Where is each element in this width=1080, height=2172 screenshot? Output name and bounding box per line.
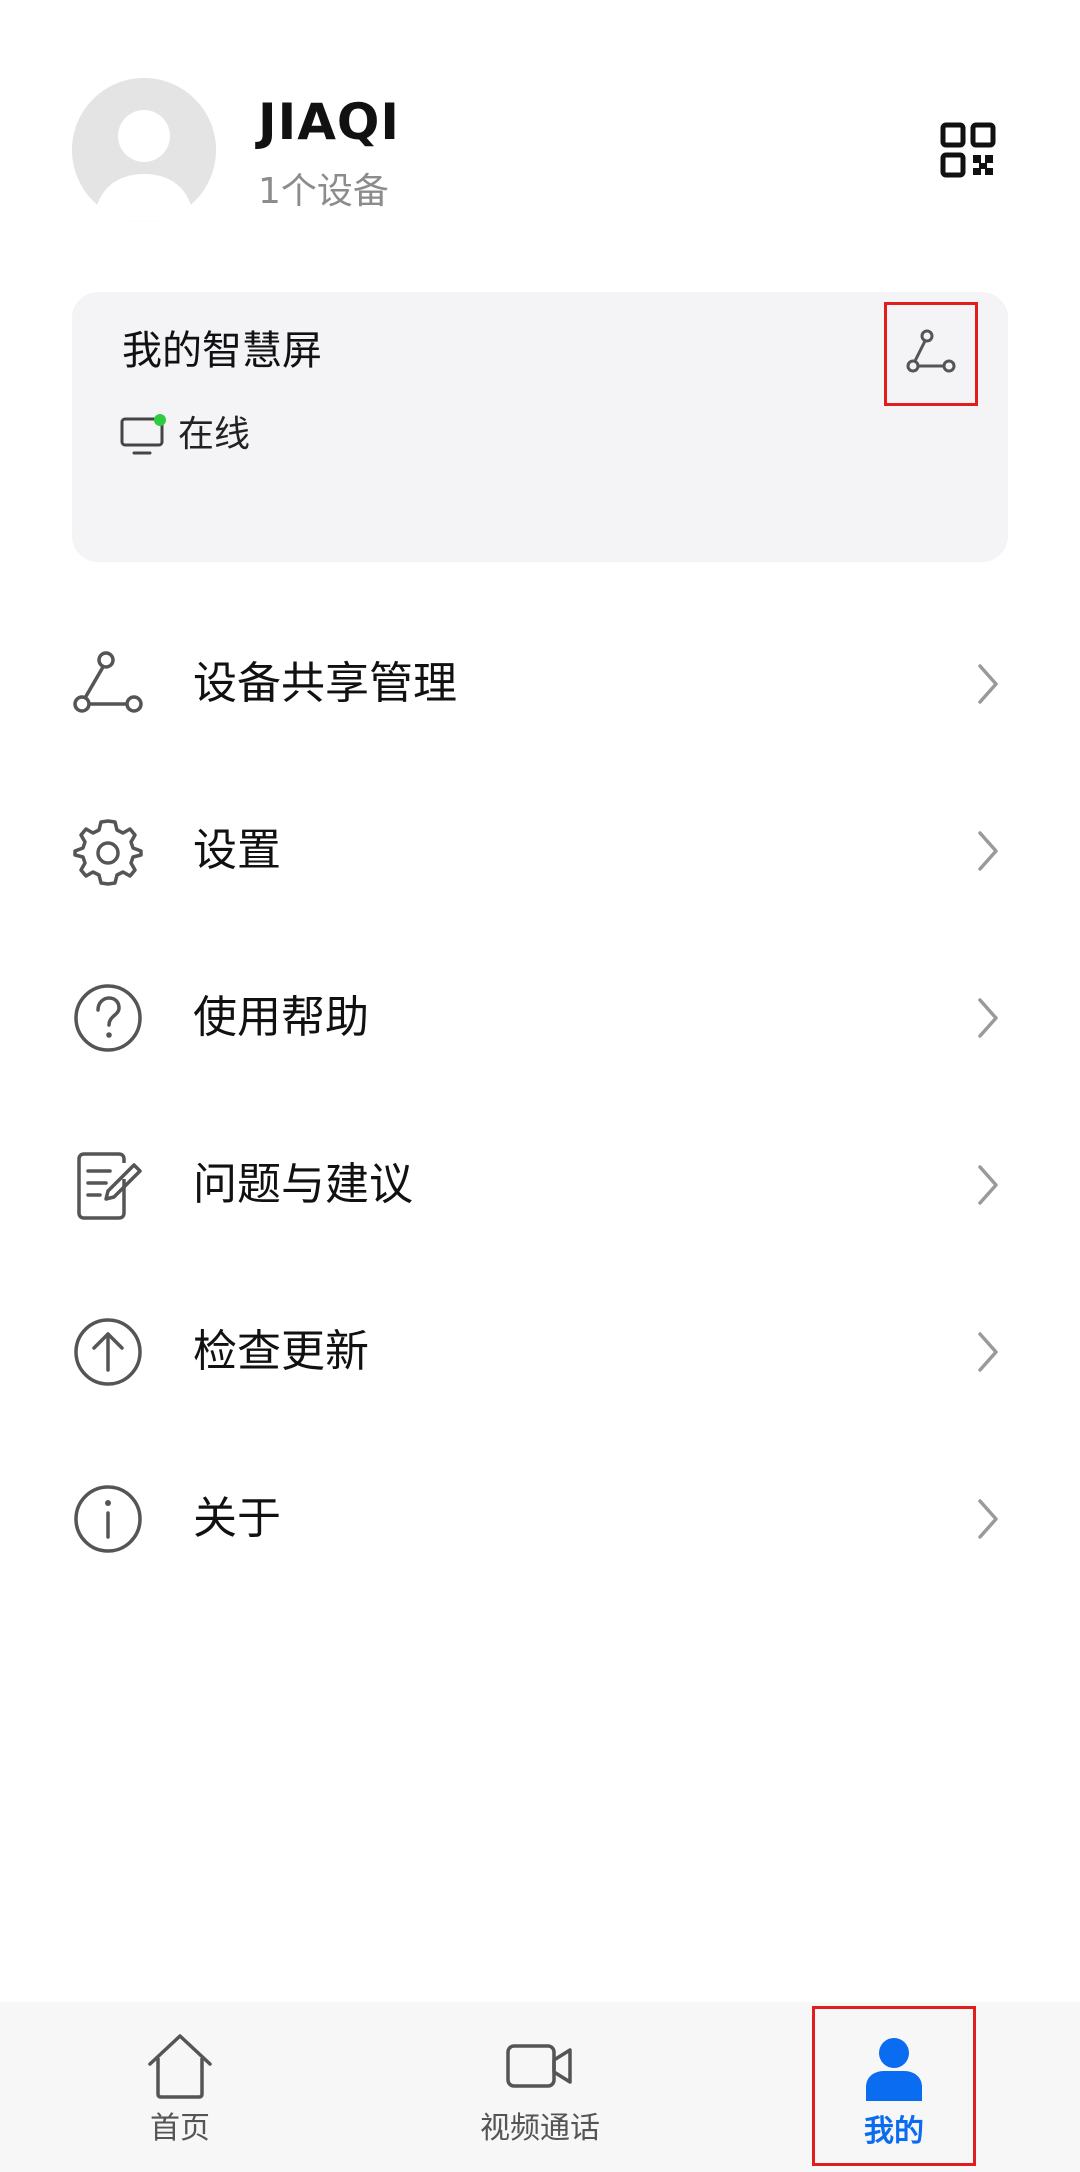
- nav-label: 视频通话: [480, 2111, 600, 2146]
- qr-code-icon: [940, 122, 996, 178]
- person-icon: [854, 2033, 934, 2105]
- menu-item-check-update[interactable]: 检查更新: [0, 1268, 1080, 1435]
- menu-label: 设置: [193, 824, 281, 876]
- video-call-icon: [500, 2030, 580, 2102]
- menu-label: 关于: [193, 1492, 281, 1544]
- online-dot: [154, 414, 166, 426]
- nav-label: 首页: [150, 2111, 210, 2146]
- nav-tab-mine[interactable]: 我的: [812, 2006, 976, 2166]
- feedback-icon: [70, 1147, 146, 1223]
- qr-code-button[interactable]: [936, 118, 1000, 182]
- gear-icon: [70, 813, 146, 889]
- tv-icon: [120, 413, 168, 457]
- share-device-button[interactable]: [884, 302, 978, 406]
- chevron-right-icon: [970, 656, 1006, 712]
- chevron-right-icon: [970, 823, 1006, 879]
- update-icon: [70, 1314, 146, 1390]
- menu-label: 设备共享管理: [193, 657, 457, 709]
- home-icon: [140, 2030, 220, 2102]
- chevron-right-icon: [970, 1324, 1006, 1380]
- nav-label: 我的: [864, 2114, 924, 2149]
- menu-item-device-sharing[interactable]: 设备共享管理: [0, 600, 1080, 767]
- nav-tab-video-call[interactable]: 视频通话: [440, 2002, 640, 2172]
- chevron-right-icon: [970, 990, 1006, 1046]
- username: JIAQI: [258, 93, 401, 151]
- device-card[interactable]: 我的智慧屏 在线: [72, 292, 1008, 562]
- menu-item-feedback[interactable]: 问题与建议: [0, 1101, 1080, 1268]
- default-avatar-icon: [72, 78, 216, 222]
- share-icon: [906, 329, 956, 373]
- device-count: 1个设备: [258, 171, 389, 212]
- menu-list: 设备共享管理 设置 使用帮助 问题与建议 检查更新 关于: [0, 600, 1080, 1602]
- menu-label: 问题与建议: [193, 1158, 413, 1210]
- chevron-right-icon: [970, 1491, 1006, 1547]
- menu-item-settings[interactable]: 设置: [0, 767, 1080, 934]
- device-name: 我的智慧屏: [122, 328, 322, 374]
- info-icon: [70, 1481, 146, 1557]
- menu-label: 使用帮助: [193, 991, 369, 1043]
- menu-item-about[interactable]: 关于: [0, 1435, 1080, 1602]
- chevron-right-icon: [970, 1157, 1006, 1213]
- help-icon: [70, 980, 146, 1056]
- menu-label: 检查更新: [193, 1325, 369, 1377]
- status-label: 在线: [178, 414, 251, 455]
- menu-item-help[interactable]: 使用帮助: [0, 934, 1080, 1101]
- nav-tab-home[interactable]: 首页: [100, 2002, 260, 2172]
- avatar[interactable]: [72, 78, 216, 222]
- bottom-nav: 首页 视频通话 我的: [0, 2002, 1080, 2172]
- device-status: 在线: [120, 410, 250, 460]
- share-icon: [70, 646, 146, 722]
